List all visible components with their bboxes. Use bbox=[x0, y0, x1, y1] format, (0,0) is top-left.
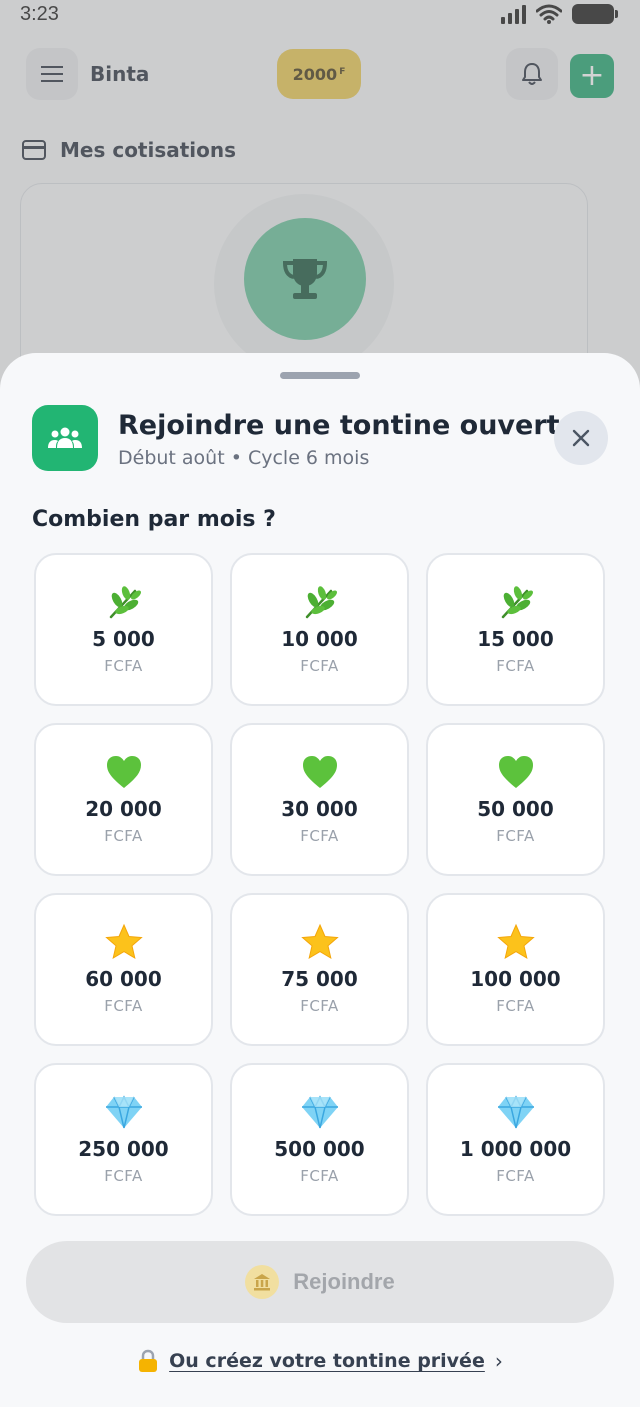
amount-currency: FCFA bbox=[104, 657, 143, 675]
amount-value: 1 000 000 bbox=[459, 1137, 572, 1161]
amount-currency: FCFA bbox=[300, 657, 339, 675]
join-tontine-sheet: Rejoindre une tontine ouverte Début août… bbox=[0, 353, 640, 1407]
private-tontine-link-label: Ou créez votre tontine privée bbox=[169, 1350, 485, 1372]
amount-value: 100 000 bbox=[470, 967, 561, 991]
amount-currency: FCFA bbox=[104, 827, 143, 845]
close-button[interactable] bbox=[554, 411, 608, 465]
sheet-grabber[interactable] bbox=[280, 372, 360, 379]
amount-option[interactable]: 20 000 FCFA bbox=[34, 723, 213, 876]
amount-option[interactable]: 10 000 FCFA bbox=[230, 553, 409, 706]
create-private-tontine-link[interactable]: Ou créez votre tontine privée › bbox=[0, 1349, 640, 1373]
amount-question: Combien par mois ? bbox=[32, 507, 276, 532]
amount-currency: FCFA bbox=[496, 997, 535, 1015]
sheet-title: Rejoindre une tontine ouverte bbox=[118, 410, 578, 441]
amount-option[interactable]: 500 000 FCFA bbox=[230, 1063, 409, 1216]
leaf-icon bbox=[104, 583, 144, 621]
sheet-header: Rejoindre une tontine ouverte Début août… bbox=[32, 405, 608, 471]
star-icon bbox=[300, 923, 340, 961]
amount-option[interactable]: 1 000 000 FCFA bbox=[426, 1063, 605, 1216]
diamond-icon bbox=[104, 1093, 144, 1131]
amount-grid: 5 000 FCFA 10 000 FCFA 15 000 FCFA 20 000 FCFA 3… bbox=[34, 553, 606, 1216]
star-icon bbox=[496, 923, 536, 961]
lock-icon bbox=[139, 1349, 158, 1372]
amount-value: 10 000 bbox=[281, 627, 358, 651]
green-heart-icon bbox=[104, 753, 144, 791]
amount-value: 250 000 bbox=[78, 1137, 169, 1161]
bank-coin-icon bbox=[245, 1265, 280, 1299]
chevron-right-icon: › bbox=[494, 1349, 503, 1373]
amount-value: 50 000 bbox=[477, 797, 554, 821]
amount-currency: FCFA bbox=[104, 997, 143, 1015]
amount-currency: FCFA bbox=[300, 1167, 339, 1185]
amount-option[interactable]: 30 000 FCFA bbox=[230, 723, 409, 876]
green-heart-icon bbox=[300, 753, 340, 791]
amount-value: 60 000 bbox=[85, 967, 162, 991]
amount-option[interactable]: 15 000 FCFA bbox=[426, 553, 605, 706]
star-icon bbox=[104, 923, 144, 961]
close-icon bbox=[572, 429, 590, 447]
amount-currency: FCFA bbox=[496, 657, 535, 675]
amount-currency: FCFA bbox=[496, 1167, 535, 1185]
amount-value: 30 000 bbox=[281, 797, 358, 821]
leaf-icon bbox=[496, 583, 536, 621]
join-button-label: Rejoindre bbox=[293, 1269, 395, 1294]
amount-option[interactable]: 50 000 FCFA bbox=[426, 723, 605, 876]
amount-option[interactable]: 100 000 FCFA bbox=[426, 893, 605, 1046]
amount-currency: FCFA bbox=[300, 827, 339, 845]
group-icon bbox=[32, 405, 98, 471]
amount-option[interactable]: 250 000 FCFA bbox=[34, 1063, 213, 1216]
amount-currency: FCFA bbox=[496, 827, 535, 845]
amount-option[interactable]: 60 000 FCFA bbox=[34, 893, 213, 1046]
amount-option[interactable]: 5 000 FCFA bbox=[34, 553, 213, 706]
people-icon bbox=[48, 427, 82, 448]
diamond-icon bbox=[496, 1093, 536, 1131]
amount-value: 5 000 bbox=[92, 627, 155, 651]
leaf-icon bbox=[300, 583, 340, 621]
amount-value: 20 000 bbox=[85, 797, 162, 821]
amount-currency: FCFA bbox=[300, 997, 339, 1015]
amount-option[interactable]: 75 000 FCFA bbox=[230, 893, 409, 1046]
join-button[interactable]: Rejoindre bbox=[26, 1241, 614, 1323]
green-heart-icon bbox=[496, 753, 536, 791]
sheet-subtitle: Début août • Cycle 6 mois bbox=[118, 447, 370, 469]
diamond-icon bbox=[300, 1093, 340, 1131]
amount-value: 15 000 bbox=[477, 627, 554, 651]
amount-value: 75 000 bbox=[281, 967, 358, 991]
amount-currency: FCFA bbox=[104, 1167, 143, 1185]
amount-value: 500 000 bbox=[274, 1137, 365, 1161]
